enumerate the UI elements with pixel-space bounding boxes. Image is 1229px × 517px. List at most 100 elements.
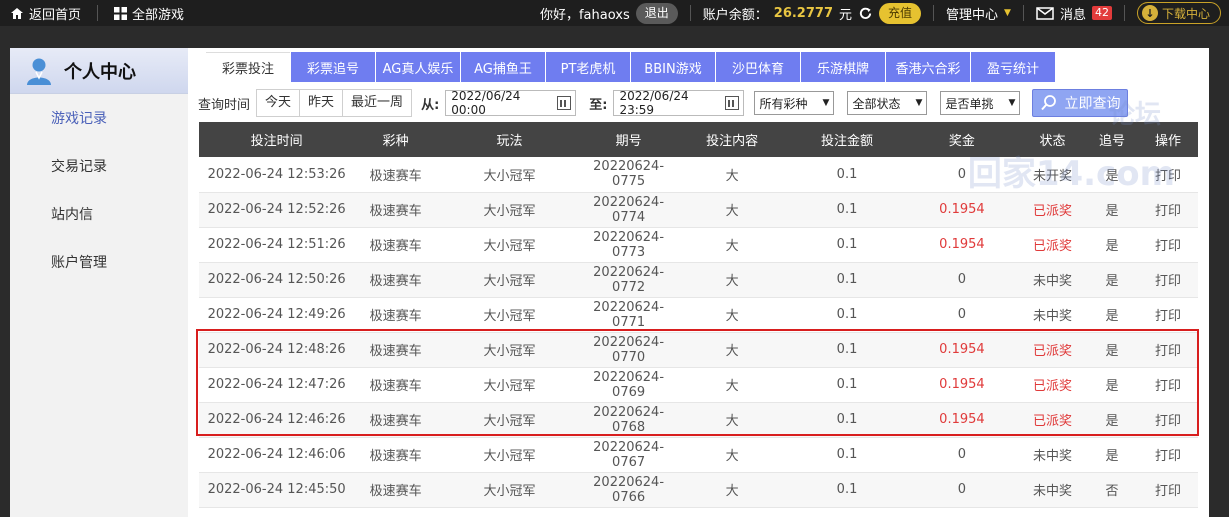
cell-draw-number: 20220624-0766 [582,472,676,508]
lottery-type-select[interactable]: 所有彩种 ▼ [754,91,835,115]
cell-prize: 0.1954 [904,367,1019,403]
chevron-down-icon: ▼ [915,98,923,108]
print-link[interactable]: 打印 [1137,332,1198,368]
cell-lottery: 极速赛车 [354,437,438,473]
search-icon [1041,95,1057,111]
table-row: 2022-06-24 12:52:26 极速赛车 大小冠军 20220624-0774… [199,192,1198,228]
cell-bet-amount: 0.1 [789,227,905,263]
cell-bet-content: 大 [675,402,790,438]
cell-bet-time: 2022-06-24 12:51:26 [199,227,355,263]
watermark-text: 回家14.com [967,154,1175,194]
cell-bet-content: 大 [675,297,790,333]
cell-play-type: 大小冠军 [437,192,583,228]
manage-center-menu[interactable]: 管理中心 [946,4,998,23]
watermark-text: 论坛 [1108,100,1161,130]
table-row: 2022-06-24 12:50:26 极速赛车 大小冠军 20220624-0772… [199,262,1198,298]
cell-draw-number: 20220624-0773 [582,227,676,263]
tab-bbin-games[interactable]: BBIN游戏 [631,52,715,82]
range-yesterday-button[interactable]: 昨天 [300,90,344,116]
print-link[interactable]: 打印 [1137,227,1198,263]
print-link[interactable]: 打印 [1137,437,1198,473]
from-date-input[interactable]: 2022/06/24 00:00 [445,89,577,117]
sidebar-item-transaction-records[interactable]: 交易记录 [10,142,188,190]
recharge-button[interactable]: 充值 [879,2,922,24]
from-date-value: 2022/06/24 00:00 [451,89,521,117]
table-row: 2022-06-24 12:47:26 极速赛车 大小冠军 20220624-0769… [199,367,1198,403]
status-select[interactable]: 全部状态 ▼ [847,91,928,115]
tab-leyou-chess[interactable]: 乐游棋牌 [801,52,885,82]
lottery-type-value: 所有彩种 [759,96,808,111]
sidebar-item-inbox[interactable]: 站内信 [10,190,188,238]
single-value: 是否单挑 [945,96,994,111]
sidebar-item-account-management[interactable]: 账户管理 [10,238,188,286]
chevron-down-icon: ▼ [1008,98,1016,108]
divider [97,5,99,21]
cell-draw-number: 20220624-0768 [582,402,676,438]
tab-lottery-bets[interactable]: 彩票投注 [206,52,290,82]
tab-ag-fishing[interactable]: AG捕鱼王 [461,52,545,82]
tab-pt-slots[interactable]: PT老虎机 [546,52,630,82]
cell-play-type: 大小冠军 [437,227,583,263]
home-link[interactable]: 返回首页 [0,0,91,26]
cell-bet-amount: 0.1 [789,192,905,228]
calendar-icon[interactable] [724,96,740,110]
main-panel: 彩票投注 彩票追号 AG真人娱乐 AG捕鱼王 PT老虎机 BBIN游戏 沙巴体育… [188,48,1209,517]
cell-play-type: 大小冠军 [437,332,583,368]
cell-bet-amount: 0.1 [789,332,905,368]
cell-draw-number: 20220624-0767 [582,437,676,473]
cell-draw-number: 20220624-0771 [582,297,676,333]
tab-hk-mark-six[interactable]: 香港六合彩 [886,52,970,82]
cell-lottery: 极速赛车 [354,227,438,263]
tab-profit-loss[interactable]: 盈亏统计 [971,52,1055,82]
sidebar-header: 个人中心 [10,48,188,94]
table-row: 2022-06-24 12:49:26 极速赛车 大小冠军 20220624-0771… [199,297,1198,333]
cell-chase: 是 [1086,227,1138,263]
refresh-icon[interactable] [858,6,873,21]
print-link[interactable]: 打印 [1137,472,1198,508]
divider [933,5,935,21]
print-link[interactable]: 打印 [1137,367,1198,403]
cell-play-type: 大小冠军 [437,262,583,298]
cell-lottery: 极速赛车 [354,192,438,228]
cell-bet-time: 2022-06-24 12:48:26 [199,332,355,368]
cell-prize: 0.1954 [904,332,1019,368]
messages-link[interactable]: 消息 [1060,4,1086,23]
cell-bet-time: 2022-06-24 12:52:26 [199,192,355,228]
tab-ag-live[interactable]: AG真人娱乐 [376,52,460,82]
cell-bet-content: 大 [675,332,790,368]
cell-draw-number: 20220624-0775 [582,157,676,193]
sidebar-item-game-records[interactable]: 游戏记录 [10,94,188,142]
cell-bet-time: 2022-06-24 12:47:26 [199,367,355,403]
calendar-icon[interactable] [556,96,572,110]
mail-icon[interactable] [1036,6,1054,20]
print-link[interactable]: 打印 [1137,297,1198,333]
cell-prize: 0 [904,297,1019,333]
cell-draw-number: 20220624-0770 [582,332,676,368]
tab-saba-sports[interactable]: 沙巴体育 [716,52,800,82]
print-link[interactable]: 打印 [1137,402,1198,438]
cell-play-type: 大小冠军 [437,472,583,508]
range-week-button[interactable]: 最近一周 [343,90,411,116]
table-row: 2022-06-24 12:46:26 极速赛车 大小冠军 20220624-0768… [199,402,1198,438]
print-link[interactable]: 打印 [1137,262,1198,298]
cell-bet-amount: 0.1 [789,297,905,333]
tab-lottery-chase[interactable]: 彩票追号 [291,52,375,82]
print-link[interactable]: 打印 [1137,192,1198,228]
cell-bet-amount: 0.1 [789,157,905,193]
download-center-button[interactable]: ↓ 下载中心 [1136,2,1221,24]
cell-prize: 0.1954 [904,227,1019,263]
cell-chase: 否 [1086,472,1138,508]
cell-chase: 是 [1086,192,1138,228]
table-row: 2022-06-24 12:51:26 极速赛车 大小冠军 20220624-0773… [199,227,1198,263]
cell-draw-number: 20220624-0772 [582,262,676,298]
range-today-button[interactable]: 今天 [257,90,301,116]
cell-bet-amount: 0.1 [789,367,905,403]
balance-value: 26.2777 [773,5,833,21]
all-games-link[interactable]: 全部游戏 [104,0,194,26]
cell-bet-time: 2022-06-24 12:49:26 [199,297,355,333]
logout-button[interactable]: 退出 [635,2,678,24]
single-select[interactable]: 是否单挑 ▼ [940,91,1021,115]
cell-bet-content: 大 [675,367,790,403]
user-icon [27,58,51,85]
to-date-input[interactable]: 2022/06/24 23:59 [613,89,745,117]
